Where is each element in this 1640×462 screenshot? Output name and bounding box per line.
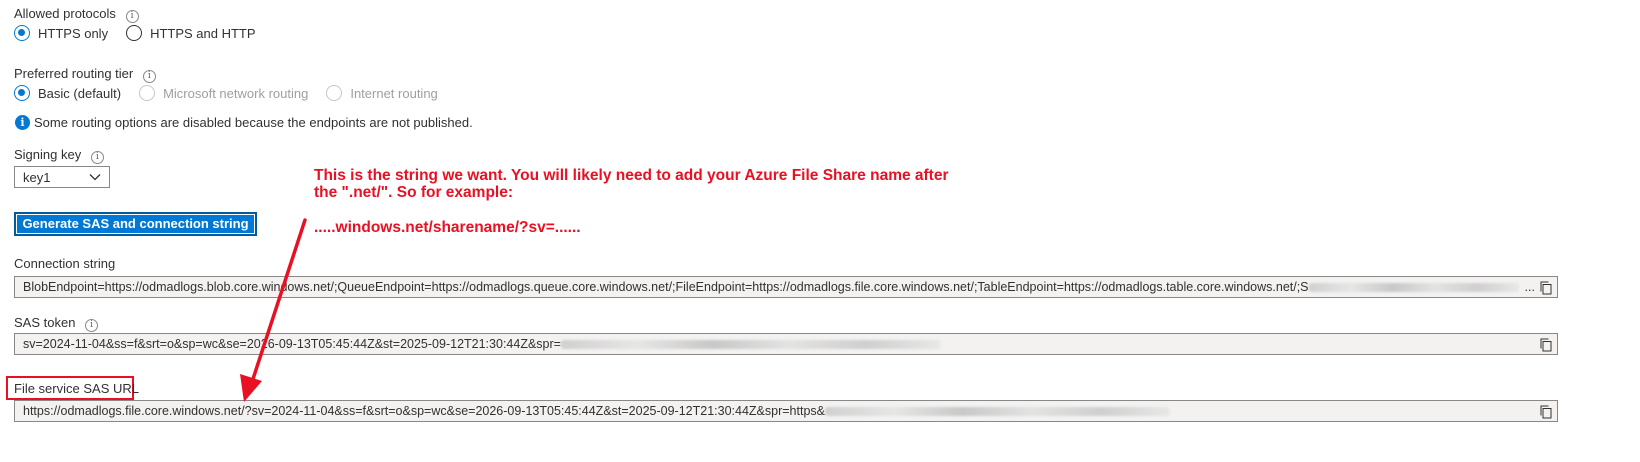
file-sas-url-field[interactable]: https://odmadlogs.file.core.windows.net/… xyxy=(14,400,1558,422)
info-icon[interactable]: i xyxy=(90,151,104,164)
redacted-text xyxy=(1308,283,1519,293)
chevron-down-icon xyxy=(89,174,101,181)
sas-token-value: sv=2024-11-04&ss=f&srt=o&sp=wc&se=2026-0… xyxy=(23,337,561,351)
radio-label: Basic (default) xyxy=(38,85,122,101)
routing-tier-radio-group: Basic (default) Microsoft network routin… xyxy=(14,85,456,101)
copy-icon[interactable] xyxy=(1538,280,1554,296)
redacted-text xyxy=(824,407,1170,417)
signing-key-dropdown[interactable]: key1 xyxy=(14,166,110,188)
routing-tier-label-text: Preferred routing tier xyxy=(14,66,134,81)
radio-label: HTTPS and HTTP xyxy=(150,25,256,41)
allowed-protocols-radio-group: HTTPS only HTTPS and HTTP xyxy=(14,25,274,41)
signing-key-label: Signing key i xyxy=(14,147,104,164)
info-icon[interactable]: i xyxy=(142,70,156,83)
routing-info-text: Some routing options are disabled becaus… xyxy=(34,115,473,130)
connection-string-field[interactable]: BlobEndpoint=https://odmadlogs.blob.core… xyxy=(14,276,1558,298)
file-sas-url-value: https://odmadlogs.file.core.windows.net/… xyxy=(23,404,825,418)
radio-https-and-http[interactable]: HTTPS and HTTP xyxy=(126,25,256,41)
copy-icon[interactable] xyxy=(1538,337,1554,353)
info-icon[interactable]: i xyxy=(125,10,139,23)
connection-string-label: Connection string xyxy=(14,256,116,271)
radio-label: HTTPS only xyxy=(38,25,109,41)
radio-microsoft-network-routing: Microsoft network routing xyxy=(139,85,308,101)
radio-basic-default[interactable]: Basic (default) xyxy=(14,85,121,101)
routing-tier-label: Preferred routing tier i xyxy=(14,66,156,83)
radio-internet-routing: Internet routing xyxy=(326,85,438,101)
sas-token-label-text: SAS token xyxy=(14,315,76,330)
radio-https-only[interactable]: HTTPS only xyxy=(14,25,108,41)
sas-token-field[interactable]: sv=2024-11-04&ss=f&srt=o&sp=wc&se=2026-0… xyxy=(14,333,1558,355)
redacted-text xyxy=(560,340,941,350)
radio-button[interactable] xyxy=(126,25,143,41)
connection-string-ellipsis: ... xyxy=(1524,280,1535,294)
radio-button[interactable] xyxy=(14,25,30,41)
annotation-text-line1: This is the string we want. You will lik… xyxy=(314,167,949,184)
generate-sas-button[interactable]: Generate SAS and connection string xyxy=(14,212,257,236)
radio-button[interactable] xyxy=(14,85,30,101)
file-sas-url-label: File service SAS URL xyxy=(14,381,139,396)
allowed-protocols-label: Allowed protocols i xyxy=(14,6,139,23)
sas-token-label: SAS token i xyxy=(14,315,99,332)
radio-button xyxy=(326,85,343,101)
signing-key-label-text: Signing key xyxy=(14,147,82,162)
connection-string-value: BlobEndpoint=https://odmadlogs.blob.core… xyxy=(23,280,1309,294)
signing-key-selected-value: key1 xyxy=(23,169,51,185)
radio-label: Microsoft network routing xyxy=(163,85,309,101)
radio-button xyxy=(139,85,156,101)
info-solid-icon: i xyxy=(15,115,30,130)
allowed-protocols-label-text: Allowed protocols xyxy=(14,6,116,21)
info-icon[interactable]: i xyxy=(85,319,99,332)
annotation-text-line3: .....windows.net/sharename/?sv=...... xyxy=(314,219,581,236)
annotation-text-line2: the ".net/". So for example: xyxy=(314,184,514,201)
radio-label: Internet routing xyxy=(350,85,438,101)
routing-info-message: i Some routing options are disabled beca… xyxy=(15,115,473,130)
copy-icon[interactable] xyxy=(1538,404,1554,420)
